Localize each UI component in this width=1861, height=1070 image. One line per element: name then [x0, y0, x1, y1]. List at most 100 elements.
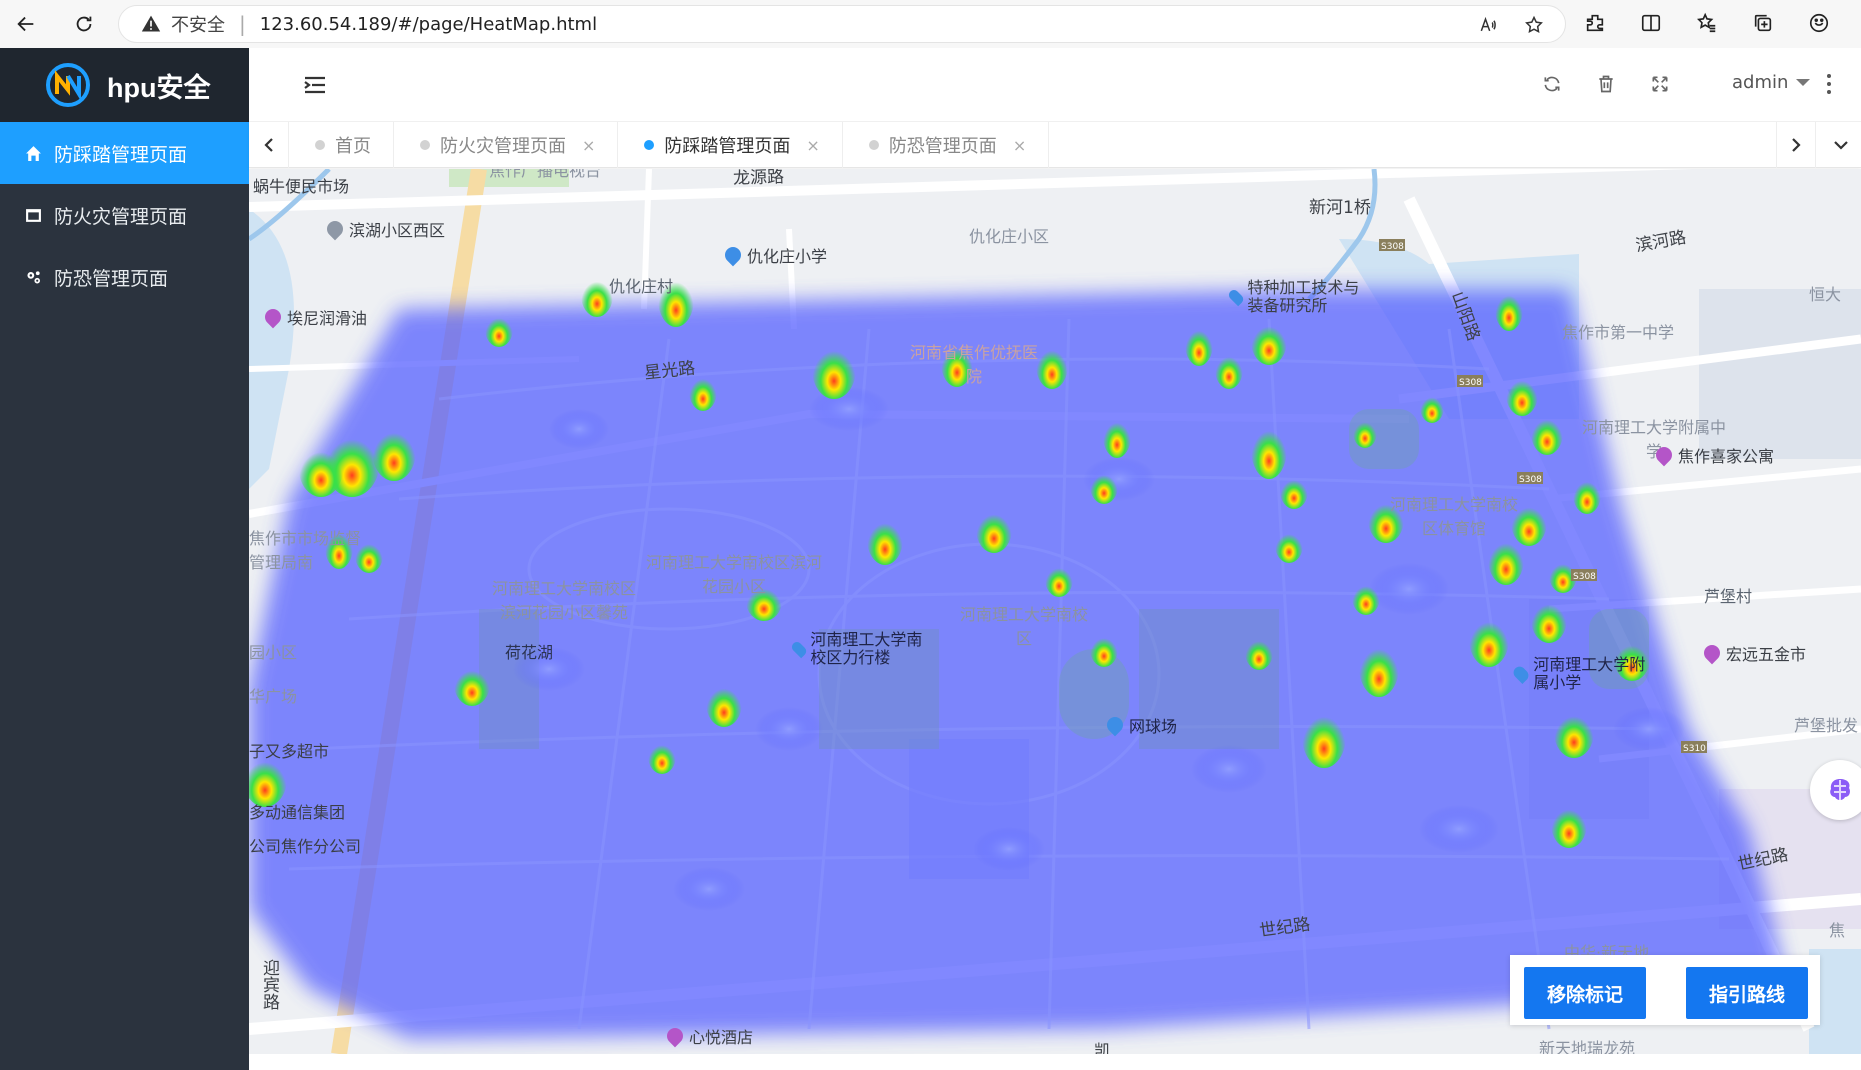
poi-marker[interactable]: 滨湖小区西区 — [323, 217, 445, 241]
sidebar-item-fire[interactable]: 防火灾管理页面 — [0, 184, 249, 246]
road-shield: S308 — [1573, 572, 1596, 582]
hotel-pin-icon — [663, 1024, 687, 1048]
tab-scroll-left-icon[interactable] — [249, 122, 289, 168]
collections-icon[interactable] — [1751, 11, 1775, 35]
poi-marker[interactable]: 河南理工大学南校区力行楼 — [789, 631, 934, 667]
menu-toggle-icon[interactable] — [304, 76, 326, 94]
sidebar-item-stampede[interactable]: 防踩踏管理页面 — [0, 122, 249, 184]
map-label: 新天地瑞龙苑 — [1539, 1039, 1636, 1054]
road-label: 凯 — [1094, 1042, 1111, 1054]
tab-home[interactable]: 首页 — [289, 122, 394, 168]
map-label: 华广场 — [249, 687, 298, 706]
map-label: 焦 — [1829, 921, 1846, 940]
poi-marker[interactable]: 多动通信集团 — [249, 799, 345, 823]
tab-stampede[interactable]: 防踩踏管理页面 × — [618, 122, 843, 168]
poi-marker[interactable]: 荷花湖 — [505, 639, 553, 663]
map-label: 河南理工大学南校区滨河花园小区馨苑 — [491, 579, 636, 622]
sidebar-item-terror[interactable]: 防恐管理页面 — [0, 246, 249, 308]
warning-icon — [141, 15, 161, 32]
guide-route-button[interactable]: 指引路线 — [1686, 967, 1808, 1019]
tab-dot — [315, 140, 325, 150]
favorite-star-icon[interactable] — [1523, 14, 1545, 36]
tab-fire[interactable]: 防火灾管理页面 × — [394, 122, 619, 168]
profile-icon[interactable] — [1807, 11, 1831, 35]
map-label: 河南省焦作优抚医院 — [909, 343, 1038, 386]
brain-icon — [1830, 779, 1850, 800]
map-label: 焦作广播电视台 — [489, 169, 602, 180]
map-label: 河南理工大学南校区 — [959, 605, 1088, 648]
tab-terror[interactable]: 防恐管理页面 × — [843, 122, 1050, 168]
fullscreen-icon[interactable] — [1650, 74, 1672, 96]
map-label: 焦作市第一中学 — [1562, 323, 1675, 342]
map-action-panel: 移除标记 指引路线 — [1510, 955, 1820, 1025]
url-text[interactable]: 123.60.54.189/#/page/HeatMap.html — [260, 14, 597, 35]
poi-marker[interactable]: 网球场 — [1103, 713, 1177, 737]
top-header: admin — [249, 48, 1861, 122]
map-label: 河南理工大学南校区体育馆 — [1389, 495, 1518, 538]
tab-label: 防踩踏管理页面 — [664, 136, 791, 157]
road-shield: S308 — [1519, 475, 1542, 485]
tab-dot — [644, 140, 655, 150]
username: admin — [1732, 72, 1789, 93]
school-pin-icon — [721, 243, 745, 267]
map-label: 芦堡村 — [1704, 587, 1753, 606]
road-label: 迎宾路 — [259, 959, 279, 1010]
user-menu[interactable]: admin — [1732, 72, 1811, 93]
sidebar-item-label: 防火灾管理页面 — [54, 205, 188, 228]
road-label: 星光路 — [643, 358, 697, 384]
tab-label: 首页 — [335, 136, 371, 157]
close-icon[interactable]: × — [806, 136, 819, 155]
trash-icon[interactable] — [1596, 74, 1618, 96]
split-screen-icon[interactable] — [1639, 11, 1663, 35]
address-bar[interactable]: 不安全 | 123.60.54.189/#/page/HeatMap.html — [118, 5, 1566, 43]
hardware-pin-icon — [1700, 641, 1724, 665]
hpu-logo-icon — [46, 63, 90, 107]
reload-icon[interactable] — [64, 4, 104, 44]
poi-marker[interactable]: 河南理工大学附属小学 — [1511, 656, 1655, 692]
tab-scroll-right-icon[interactable] — [1776, 122, 1816, 168]
app-title: hpu安全 — [107, 72, 211, 103]
app-logo[interactable]: hpu安全 — [0, 48, 249, 122]
map-label: 恒大 — [1809, 285, 1842, 304]
close-icon[interactable]: × — [1013, 136, 1026, 155]
tab-dot — [868, 140, 879, 150]
gears-icon — [24, 268, 42, 286]
favorites-icon[interactable] — [1695, 11, 1719, 35]
sidebar-item-label: 防踩踏管理页面 — [54, 143, 188, 166]
back-icon[interactable] — [6, 4, 46, 44]
road-label: 新河1桥 — [1309, 198, 1371, 218]
map-label: 焦作市市场监督管理局南 — [249, 529, 362, 572]
sidebar-item-label: 防恐管理页面 — [54, 267, 169, 290]
road-shield: S308 — [1381, 242, 1404, 252]
poi-marker[interactable]: 埃尼润滑油 — [261, 305, 367, 329]
map-tool-handle[interactable] — [1810, 760, 1861, 820]
poi-marker[interactable]: 子又多超市 — [249, 738, 329, 762]
road-shield: S308 — [1459, 378, 1482, 388]
chevron-down-icon — [1796, 79, 1811, 86]
home-icon — [24, 144, 42, 162]
tab-label: 防火灾管理页面 — [440, 136, 566, 157]
map-label: 仇化庄小区 — [969, 227, 1050, 246]
map-label: 芦堡批发 — [1794, 716, 1859, 735]
tab-dot — [420, 140, 430, 150]
remove-marker-button[interactable]: 移除标记 — [1524, 967, 1646, 1019]
tab-dropdown-icon[interactable] — [1821, 122, 1861, 168]
poi-marker[interactable]: 焦作喜家公寓 — [1652, 443, 1774, 467]
close-icon[interactable]: × — [582, 136, 595, 155]
heatmap-map[interactable]: S308 S308 S308 S308 S310 龙源路 新河1桥 滨河路 山阳… — [249, 169, 1861, 1054]
tennis-pin-icon — [1103, 713, 1127, 737]
extensions-icon[interactable] — [1583, 11, 1607, 35]
poi-marker[interactable]: 宏远五金市 — [1700, 641, 1806, 665]
school-pin-icon — [1511, 664, 1532, 684]
more-vertical-icon[interactable] — [1827, 74, 1833, 96]
poi-marker[interactable]: 公司焦作分公司 — [249, 833, 361, 857]
refresh-icon[interactable] — [1542, 74, 1564, 96]
poi-marker[interactable]: 心悦酒店 — [663, 1024, 753, 1048]
poi-marker[interactable]: 特种加工技术与装备研究所 — [1226, 279, 1371, 315]
poi-marker[interactable]: 仇化庄小学 — [721, 243, 827, 267]
read-aloud-icon[interactable] — [1477, 14, 1499, 36]
map-label: 蜗牛便民市场 — [253, 177, 350, 196]
map-label: 仇化庄村 — [609, 277, 674, 296]
insecure-label: 不安全 — [171, 15, 225, 36]
tab-bar: 首页 防火灾管理页面 × 防踩踏管理页面 × 防恐管理页面 × — [249, 122, 1861, 168]
